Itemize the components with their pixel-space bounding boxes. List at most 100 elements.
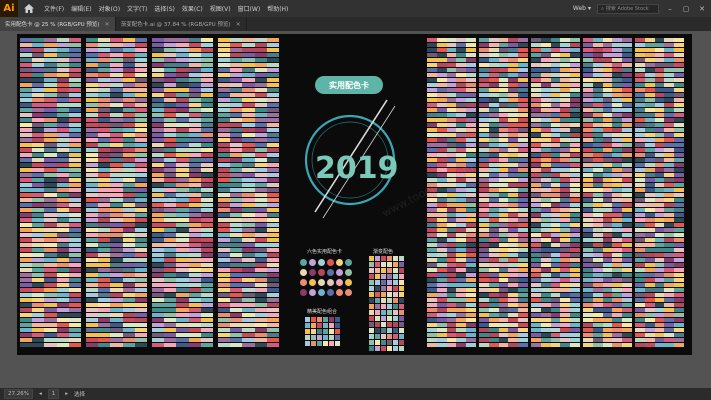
close-icon[interactable]: ✕ [236,21,241,28]
color-swatch [612,228,623,232]
color-swatch [635,173,645,177]
combo-swatch [317,341,322,346]
tab-document-2[interactable]: 渐变配色卡.ai @ 37.84 % (RGB/GPU 预览) ✕ [116,17,247,31]
color-swatch [592,278,603,282]
color-swatch [134,338,148,342]
color-swatch [122,188,135,192]
color-swatch [230,108,243,112]
color-swatch [44,133,57,137]
color-swatch [531,168,541,172]
menu-help[interactable]: 帮助(H) [267,4,288,13]
color-swatch [68,178,82,182]
color-swatch [436,333,447,337]
color-swatch [164,173,177,177]
color-swatch [188,228,201,232]
color-swatch [592,313,603,317]
color-swatch [254,313,267,317]
color-dot [345,259,352,266]
swatch-row [583,258,632,262]
menu-type[interactable]: 文字(T) [127,4,147,13]
swatch-row [20,168,82,172]
color-swatch [488,168,499,172]
color-swatch [602,148,613,152]
color-swatch [531,213,541,217]
menu-select[interactable]: 选择(S) [154,4,175,13]
color-swatch [188,63,201,67]
swatch-row [427,283,476,287]
color-swatch [254,268,267,272]
swatch-row [20,113,82,117]
color-swatch [612,103,623,107]
color-swatch [570,113,580,117]
color-swatch [200,133,214,137]
color-swatch [498,78,509,82]
color-swatch [508,148,519,152]
color-swatch [488,63,499,67]
color-swatch [176,303,189,307]
color-swatch [488,188,499,192]
color-swatch [664,228,675,232]
tab-document-1[interactable]: 实用配色卡 @ 25 % (RGB/GPU 预览) ✕ [0,17,116,31]
color-swatch [654,128,665,132]
color-swatch [570,108,580,112]
color-swatch [508,98,519,102]
color-swatch [266,233,280,237]
menu-edit[interactable]: 编辑(E) [71,4,91,13]
color-swatch [518,38,528,42]
menu-effect[interactable]: 效果(C) [182,4,203,13]
color-swatch [674,58,684,62]
minimize-button[interactable]: – [665,5,675,13]
color-swatch [654,228,665,232]
color-swatch [86,38,99,42]
color-swatch [664,68,675,72]
color-swatch [164,133,177,137]
color-swatch [674,268,684,272]
color-swatch [583,58,593,62]
color-swatch [436,283,447,287]
next-artboard-icon[interactable]: ▸ [65,391,68,397]
color-swatch [188,223,201,227]
stock-search-input[interactable]: ⌕ 搜索 Adobe Stock [597,3,659,14]
color-swatch [218,133,231,137]
swatch-row [479,333,528,337]
swatch-row [86,78,148,82]
swatch-row [86,298,148,302]
close-icon[interactable]: ✕ [105,21,110,28]
swatch-row [479,343,528,347]
menu-file[interactable]: 文件(F) [44,4,64,13]
combo-swatch [311,317,316,322]
artboard-number-field[interactable]: 1 [47,389,60,399]
color-swatch [518,273,528,277]
home-icon[interactable] [22,3,36,15]
swatch-row [152,98,214,102]
color-swatch [612,293,623,297]
menu-object[interactable]: 对象(O) [99,4,120,13]
color-swatch [200,263,214,267]
zoom-field[interactable]: 27.26% [4,389,33,399]
color-swatch [436,248,447,252]
color-swatch [164,38,177,42]
swatch-row [531,183,580,187]
color-swatch [602,243,613,247]
prev-artboard-icon[interactable]: ◂ [39,391,42,397]
color-swatch [531,283,541,287]
color-swatch [456,68,467,72]
color-swatch [200,333,214,337]
color-swatch [164,273,177,277]
color-swatch [560,278,571,282]
color-swatch [674,43,684,47]
grid-swatch [381,286,386,291]
color-swatch [176,158,189,162]
swatch-row [479,298,528,302]
workspace-switcher[interactable]: Web ▾ [573,5,591,12]
maximize-button[interactable]: ▢ [681,5,691,13]
menu-window[interactable]: 窗口(W) [238,4,261,13]
close-window-button[interactable]: ✕ [697,5,707,13]
color-swatch [540,313,551,317]
color-swatch [602,118,613,122]
color-swatch [68,133,82,137]
menu-view[interactable]: 视图(V) [210,4,231,13]
color-swatch [583,43,593,47]
color-swatch [602,233,613,237]
color-swatch [110,228,123,232]
